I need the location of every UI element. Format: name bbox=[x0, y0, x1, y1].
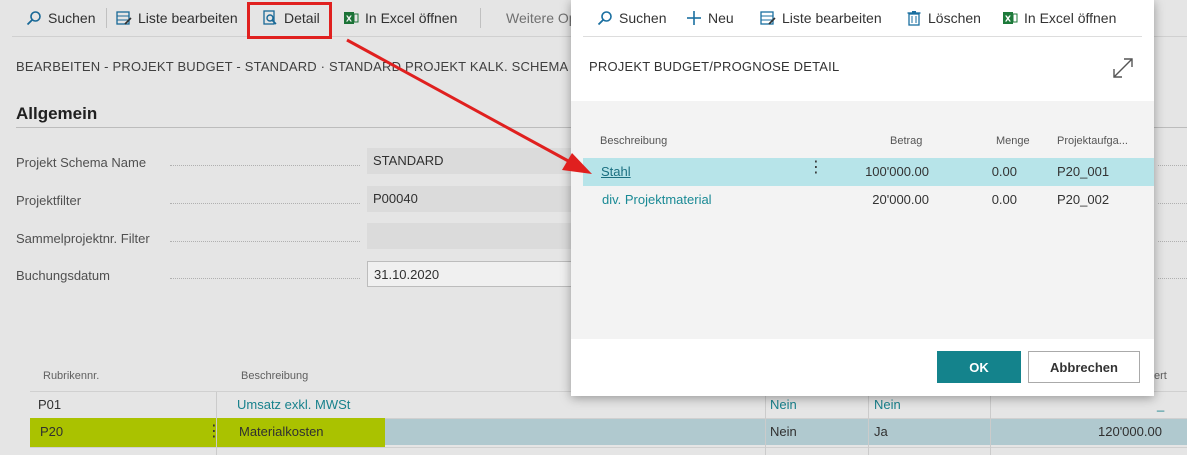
edit-list-label: Liste bearbeiten bbox=[782, 10, 882, 26]
row-task: P20_002 bbox=[1057, 192, 1110, 207]
svg-text:X: X bbox=[1005, 15, 1012, 24]
dialog-open-in-excel-button[interactable]: X In Excel öffnen bbox=[1002, 0, 1116, 36]
excel-icon: X bbox=[1002, 10, 1018, 26]
ok-button[interactable]: OK bbox=[937, 351, 1021, 383]
dialog-title: PROJEKT BUDGET/PROGNOSE DETAIL bbox=[589, 59, 840, 74]
row-task: P20_001 bbox=[1057, 164, 1110, 179]
trash-icon bbox=[906, 10, 922, 26]
search-label: Suchen bbox=[619, 10, 667, 26]
new-button[interactable]: Neu bbox=[686, 0, 734, 36]
row-amount: 100'000.00 bbox=[865, 164, 929, 179]
excel-label: In Excel öffnen bbox=[1024, 10, 1117, 26]
expand-icon[interactable] bbox=[1111, 56, 1135, 80]
row-description[interactable]: div. Projektmaterial bbox=[602, 186, 712, 214]
row-description[interactable]: Stahl bbox=[601, 158, 631, 186]
annotation-highlight-box bbox=[247, 2, 332, 39]
column-header-description[interactable]: Beschreibung bbox=[600, 135, 667, 147]
new-label: Neu bbox=[708, 10, 734, 26]
dialog-search-button[interactable]: Suchen bbox=[597, 0, 666, 36]
plus-icon bbox=[686, 10, 702, 26]
dialog-edit-list-button[interactable]: Liste bearbeiten bbox=[760, 0, 882, 36]
row-quantity: 0.00 bbox=[991, 192, 1017, 207]
cancel-button[interactable]: Abbrechen bbox=[1028, 351, 1140, 383]
dialog-toolbar: Suchen Neu Liste bearbeiten Löschen X In… bbox=[571, 0, 1154, 36]
table-row-selected[interactable]: Stahl 100'000.00 0.00 P20_001 bbox=[583, 158, 1154, 186]
column-header-task[interactable]: Projektaufga... bbox=[1057, 135, 1128, 147]
delete-button[interactable]: Löschen bbox=[906, 0, 981, 36]
row-quantity: 0.00 bbox=[991, 164, 1017, 179]
column-header-quantity[interactable]: Menge bbox=[996, 135, 1030, 147]
edit-list-icon bbox=[760, 10, 776, 26]
dialog-toolbar-divider bbox=[583, 36, 1142, 37]
row-actions-icon[interactable]: ⋮ bbox=[808, 157, 824, 177]
delete-label: Löschen bbox=[928, 10, 981, 26]
column-header-amount[interactable]: Betrag bbox=[890, 135, 922, 147]
search-icon bbox=[597, 10, 613, 26]
table-row[interactable]: div. Projektmaterial 20'000.00 0.00 P20_… bbox=[583, 186, 1154, 214]
row-amount: 20'000.00 bbox=[872, 192, 929, 207]
